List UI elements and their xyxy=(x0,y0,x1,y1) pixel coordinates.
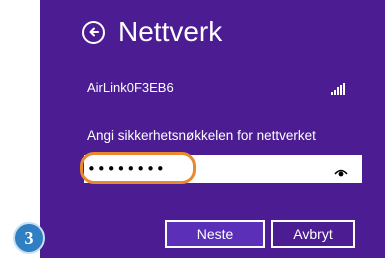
signal-strength-icon xyxy=(331,83,345,95)
network-item[interactable]: AirLink0F3EB6 xyxy=(87,80,345,95)
step-number-badge: 3 xyxy=(13,222,45,254)
security-key-value: •••••••• xyxy=(87,160,166,178)
eye-icon[interactable] xyxy=(334,164,348,182)
cancel-button[interactable]: Avbryt xyxy=(271,220,355,248)
header: Nettverk xyxy=(82,16,222,48)
back-arrow-circle-icon[interactable] xyxy=(82,20,105,44)
page-title: Nettverk xyxy=(118,16,223,47)
security-key-input[interactable]: •••••••• xyxy=(84,155,362,183)
security-key-prompt: Angi sikkerhetsnøkkelen for nettverket xyxy=(87,128,316,143)
network-name: AirLink0F3EB6 xyxy=(87,80,174,95)
next-button[interactable]: Neste xyxy=(165,220,265,248)
